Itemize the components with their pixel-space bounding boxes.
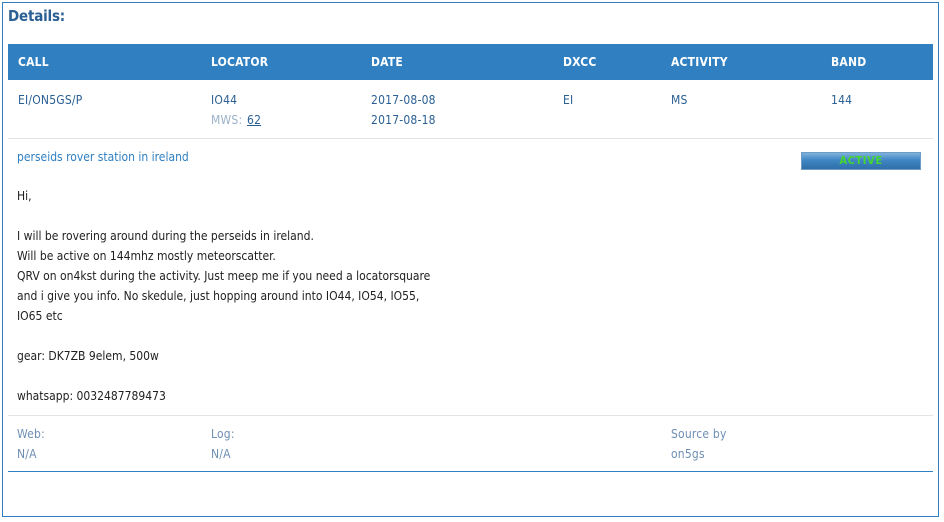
dxcc-value: EI bbox=[563, 93, 574, 107]
bottom-divider bbox=[8, 471, 933, 472]
source-label: Source by bbox=[671, 427, 727, 441]
activity-value: MS bbox=[671, 93, 688, 107]
row-divider bbox=[8, 138, 933, 139]
column-header-activity: ACTIVITY bbox=[671, 55, 728, 69]
message-line bbox=[17, 366, 430, 386]
source-value: on5gs bbox=[671, 447, 705, 461]
message-line: Hi, bbox=[17, 189, 32, 203]
message-line: gear: DK7ZB 9elem, 500w bbox=[17, 349, 159, 363]
call-value: EI/ON5GS/P bbox=[18, 93, 83, 107]
message-line: I will be rovering around during the per… bbox=[17, 229, 314, 243]
locator-value: IO44 bbox=[211, 93, 238, 107]
message-line bbox=[17, 206, 430, 226]
message-line: whatsapp: 0032487789473 bbox=[17, 389, 166, 403]
web-label: Web: bbox=[17, 427, 45, 441]
date-start-value: 2017-08-08 bbox=[371, 93, 436, 107]
date-end-value: 2017-08-18 bbox=[371, 113, 436, 127]
mws-label: MWS: bbox=[211, 113, 243, 127]
message-divider bbox=[8, 415, 933, 416]
subject-text: perseids rover station in ireland bbox=[17, 150, 189, 164]
column-header-band: BAND bbox=[831, 55, 867, 69]
message-line: and i give you info. No skedule, just ho… bbox=[17, 289, 420, 303]
mws-link[interactable]: 62 bbox=[247, 113, 261, 127]
log-value: N/A bbox=[211, 447, 231, 461]
message-line: Will be active on 144mhz mostly meteorsc… bbox=[17, 249, 276, 263]
log-label: Log: bbox=[211, 427, 235, 441]
message-body: Hi, I will be rovering around during the … bbox=[17, 186, 430, 406]
column-header-date: DATE bbox=[371, 55, 403, 69]
message-line: IO65 etc bbox=[17, 309, 63, 323]
column-header-call: CALL bbox=[18, 55, 49, 69]
panel-title: Details: bbox=[8, 7, 65, 25]
column-header-dxcc: DXCC bbox=[563, 55, 597, 69]
message-line: QRV on on4kst during the activity. Just … bbox=[17, 269, 431, 283]
status-button[interactable]: ACTIVE bbox=[801, 152, 921, 170]
message-line bbox=[17, 326, 430, 346]
table-header: CALL LOCATOR DATE DXCC ACTIVITY BAND bbox=[8, 44, 933, 80]
web-value: N/A bbox=[17, 447, 37, 461]
column-header-locator: LOCATOR bbox=[211, 55, 269, 69]
band-value: 144 bbox=[831, 93, 853, 107]
